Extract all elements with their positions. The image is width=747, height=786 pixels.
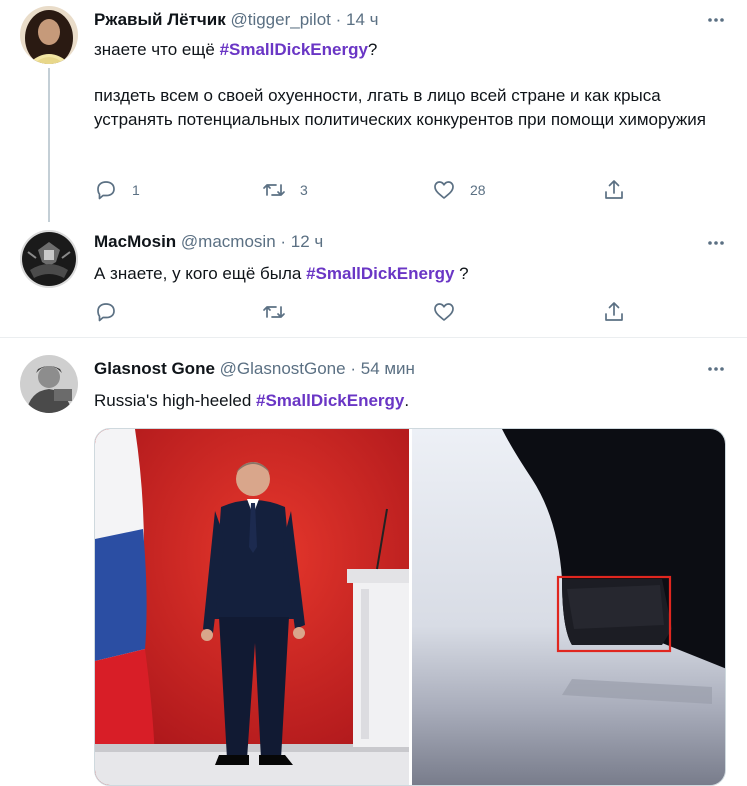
action-bar	[94, 300, 634, 324]
separator: ·	[335, 10, 342, 29]
media-photo-left[interactable]	[95, 429, 409, 785]
tweet[interactable]: MacMosin @macmosin · 12 ч А знаете, у ко…	[0, 212, 747, 338]
separator: ·	[280, 232, 287, 251]
author-handle[interactable]: @macmosin	[181, 232, 276, 251]
avatar[interactable]	[20, 230, 78, 288]
tweet-text: А знаете, у кого ещё была #SmallDickEner…	[94, 264, 469, 283]
avatar[interactable]	[20, 6, 78, 64]
reply-count: 1	[132, 182, 140, 198]
timestamp[interactable]: 12 ч	[291, 232, 324, 251]
photo-heel-closeup	[412, 429, 725, 785]
hashtag-link[interactable]: #SmallDickEnergy	[306, 264, 454, 283]
share-icon	[605, 180, 623, 199]
heart-icon	[434, 303, 454, 321]
more-icon[interactable]	[705, 232, 727, 254]
separator: ·	[350, 359, 356, 378]
tweet-media[interactable]	[94, 428, 726, 786]
heart-icon	[434, 181, 454, 199]
like-count: 28	[470, 182, 486, 198]
author-name[interactable]: Glasnost Gone	[94, 359, 215, 378]
retweet-icon	[263, 306, 285, 318]
reply-button[interactable]: 1	[94, 178, 140, 202]
tweet-text-paragraph: пиздеть всем о своей охуенности, лгать в…	[94, 86, 706, 129]
like-button[interactable]	[432, 300, 456, 324]
reply-icon	[97, 303, 115, 322]
tweet-header: MacMosin @macmosin · 12 ч	[94, 231, 727, 253]
retweet-button[interactable]	[262, 300, 286, 324]
hashtag-link[interactable]: #SmallDickEnergy	[256, 391, 404, 410]
share-button[interactable]	[602, 300, 626, 324]
tweet-text: Russia's high-heeled #SmallDickEnergy.	[94, 391, 410, 410]
reply-icon	[97, 181, 115, 200]
author-handle[interactable]: @GlasnostGone	[220, 359, 346, 378]
retweet-icon	[263, 184, 285, 196]
photo-stage-scene	[95, 429, 409, 785]
timestamp[interactable]: 54 мин	[361, 359, 415, 378]
share-button[interactable]	[602, 178, 626, 202]
tweet[interactable]: Ржавый Лётчик @tigger_pilot · 14 ч знает…	[0, 0, 747, 222]
tweet-text: знаете что ещё #SmallDickEnergy? пиздеть…	[94, 38, 721, 132]
retweet-button[interactable]: 3	[262, 178, 308, 202]
media-photo-right[interactable]	[412, 429, 725, 785]
thread-line	[48, 68, 50, 222]
more-icon[interactable]	[705, 358, 727, 380]
retweet-count: 3	[300, 182, 308, 198]
reply-button[interactable]	[94, 300, 118, 324]
timestamp[interactable]: 14 ч	[346, 10, 379, 29]
tweet-text-line: знаете что ещё #SmallDickEnergy?	[94, 40, 378, 59]
like-button[interactable]: 28	[432, 178, 486, 202]
tweet-header: Glasnost Gone @GlasnostGone · 54 мин	[94, 358, 727, 380]
action-bar: 1 3 28	[94, 178, 634, 202]
tweet[interactable]: Glasnost Gone @GlasnostGone · 54 мин Rus…	[0, 338, 747, 786]
avatar[interactable]	[20, 355, 78, 413]
tweet-header: Ржавый Лётчик @tigger_pilot · 14 ч	[94, 9, 727, 31]
more-icon[interactable]	[705, 9, 727, 31]
hashtag-link[interactable]: #SmallDickEnergy	[220, 40, 368, 59]
share-icon	[605, 302, 623, 321]
author-name[interactable]: Ржавый Лётчик	[94, 10, 226, 29]
author-handle[interactable]: @tigger_pilot	[230, 10, 330, 29]
author-name[interactable]: MacMosin	[94, 232, 176, 251]
